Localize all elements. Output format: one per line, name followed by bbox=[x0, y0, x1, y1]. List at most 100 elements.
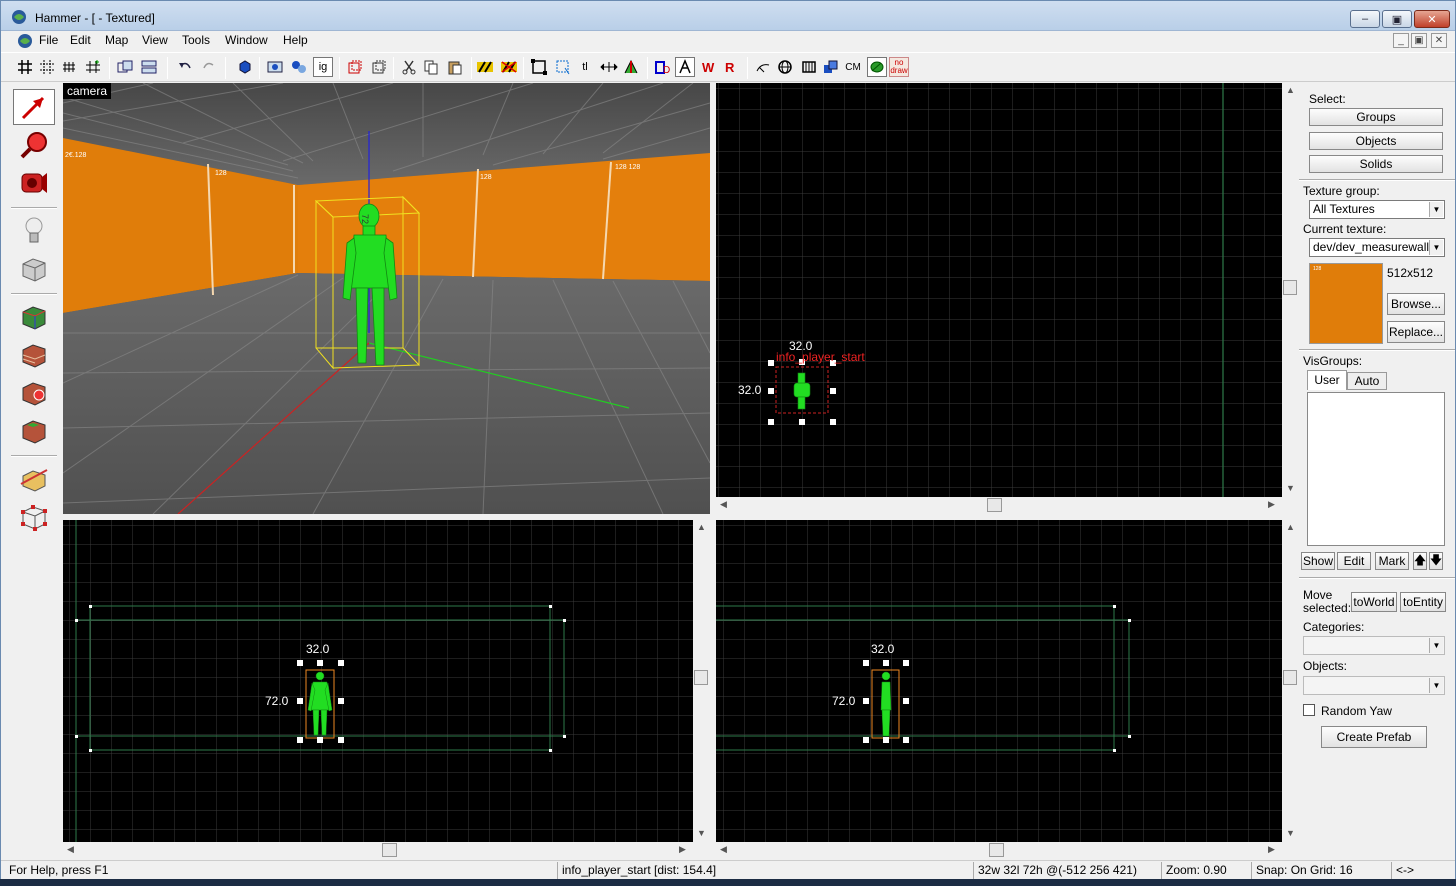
categories-select[interactable]: ▼ bbox=[1303, 636, 1445, 655]
magnify-tool-button[interactable] bbox=[13, 127, 55, 163]
nodraw-button[interactable]: no draw bbox=[889, 57, 909, 77]
to-world-button[interactable]: toWorld bbox=[1351, 592, 1397, 612]
tl-button[interactable]: tl bbox=[575, 57, 595, 77]
display-helpers-icon[interactable] bbox=[675, 57, 695, 77]
hazard-icon[interactable] bbox=[475, 57, 495, 77]
entity-report-icon[interactable] bbox=[753, 57, 773, 77]
toggle-3d-icon[interactable] bbox=[235, 57, 255, 77]
front-2d-viewport[interactable]: 32.0 72.0 bbox=[63, 520, 693, 842]
mdi-minimize-button[interactable]: _ bbox=[1393, 33, 1409, 48]
side-2d-viewport[interactable]: 32.0 72.0 bbox=[716, 520, 1282, 842]
current-texture-select[interactable]: dev/dev_measurewall0 ▼ bbox=[1309, 238, 1445, 257]
vertex-tool-button[interactable] bbox=[13, 499, 55, 535]
minimize-button[interactable]: – bbox=[1350, 10, 1380, 28]
visgroup-tab-user[interactable]: User bbox=[1307, 370, 1347, 390]
select-objects-icon[interactable] bbox=[265, 57, 285, 77]
maximize-button[interactable]: ▣ bbox=[1382, 10, 1412, 28]
front-viewport-hscroll[interactable]: ◀ ▶ bbox=[63, 842, 693, 858]
align-icon[interactable] bbox=[599, 57, 619, 77]
clip-icon[interactable] bbox=[621, 57, 641, 77]
ignore-groups-button[interactable]: ig bbox=[313, 57, 333, 77]
selection-tool-button[interactable] bbox=[13, 89, 55, 125]
top-vscroll-thumb[interactable] bbox=[1283, 280, 1297, 295]
texture-group-select[interactable]: All Textures ▼ bbox=[1309, 200, 1445, 219]
camera-tool-button[interactable] bbox=[13, 165, 55, 201]
leaf-icon[interactable] bbox=[867, 57, 887, 77]
document-icon[interactable] bbox=[17, 33, 33, 49]
front-vscroll-thumb[interactable] bbox=[694, 670, 708, 685]
menu-map[interactable]: Map bbox=[105, 33, 128, 47]
carve-icon[interactable] bbox=[115, 57, 135, 77]
visgroup-tab-auto[interactable]: Auto bbox=[1347, 372, 1387, 390]
select-solids-button[interactable]: Solids bbox=[1309, 155, 1443, 173]
menu-view[interactable]: View bbox=[142, 33, 168, 47]
mdi-close-button[interactable]: ✕ bbox=[1431, 33, 1447, 48]
top-viewport-hscroll[interactable]: ◀ ▶ bbox=[716, 497, 1282, 513]
visgroup-down-button[interactable]: 🡇 bbox=[1429, 552, 1443, 570]
front-hscroll-thumb[interactable] bbox=[382, 843, 397, 857]
block-tool-button[interactable] bbox=[13, 251, 55, 287]
display-radius-icon[interactable]: R bbox=[721, 57, 741, 77]
replace-button[interactable]: Replace... bbox=[1387, 321, 1445, 343]
visgroup-edit-button[interactable]: Edit bbox=[1337, 552, 1371, 570]
menu-file[interactable]: File bbox=[39, 33, 58, 47]
front-viewport-vscroll[interactable]: ▲ ▼ bbox=[693, 520, 709, 842]
window-title: Hammer - [ - Textured] bbox=[35, 11, 155, 25]
visgroup-mark-button[interactable]: Mark bbox=[1375, 552, 1409, 570]
side-vscroll-thumb[interactable] bbox=[1283, 670, 1297, 685]
mdi-restore-button[interactable]: ▣ bbox=[1411, 33, 1427, 48]
close-button[interactable]: ✕ bbox=[1414, 10, 1450, 28]
side-viewport-vscroll[interactable]: ▲ ▼ bbox=[1282, 520, 1298, 842]
clipping-tool-button[interactable] bbox=[13, 461, 55, 497]
menu-edit[interactable]: Edit bbox=[70, 33, 91, 47]
cm-button[interactable]: CM bbox=[843, 57, 863, 77]
side-viewport-hscroll[interactable]: ◀ ▶ bbox=[716, 842, 1282, 858]
show-all-icon[interactable] bbox=[369, 57, 389, 77]
os-taskbar bbox=[0, 879, 1456, 886]
top-hscroll-thumb[interactable] bbox=[987, 498, 1002, 512]
menu-window[interactable]: Window bbox=[225, 33, 268, 47]
hide-selection-icon[interactable] bbox=[345, 57, 365, 77]
hazard-red-icon[interactable] bbox=[499, 57, 519, 77]
grid-larger-icon[interactable] bbox=[83, 57, 103, 77]
to-entity-button[interactable]: toEntity bbox=[1400, 592, 1446, 612]
menu-help[interactable]: Help bbox=[283, 33, 308, 47]
menu-tools[interactable]: Tools bbox=[182, 33, 210, 47]
wireframe-icon[interactable] bbox=[799, 57, 819, 77]
decal-tool-button[interactable] bbox=[13, 375, 55, 411]
overlay-tool-button[interactable] bbox=[13, 413, 55, 449]
texture-lock-icon[interactable] bbox=[529, 57, 549, 77]
texture-preview[interactable]: 128 bbox=[1309, 263, 1383, 344]
objects-select[interactable]: ▼ bbox=[1303, 676, 1445, 695]
entity-tool-button[interactable] bbox=[13, 213, 55, 249]
grid-smaller-icon[interactable] bbox=[59, 57, 79, 77]
display-logical-icon[interactable]: W bbox=[699, 57, 719, 77]
create-prefab-button[interactable]: Create Prefab bbox=[1321, 726, 1427, 748]
camera-viewport[interactable]: 2€.128 128 128 128 128 72 camera bbox=[63, 83, 710, 514]
paste-icon[interactable] bbox=[445, 57, 465, 77]
visgroup-show-button[interactable]: Show bbox=[1301, 552, 1335, 570]
cut-icon[interactable] bbox=[399, 57, 419, 77]
side-hscroll-thumb[interactable] bbox=[989, 843, 1004, 857]
top-viewport-vscroll[interactable]: ▲ ▼ bbox=[1282, 83, 1298, 497]
group-icon[interactable] bbox=[139, 57, 159, 77]
grid-dots-icon[interactable] bbox=[37, 57, 57, 77]
cubes-icon[interactable] bbox=[821, 57, 841, 77]
random-yaw-checkbox[interactable] bbox=[1303, 704, 1315, 716]
visgroups-list[interactable] bbox=[1307, 392, 1445, 546]
visgroup-up-button[interactable]: 🡅 bbox=[1413, 552, 1427, 570]
display-models-icon[interactable]: D bbox=[653, 57, 673, 77]
select-groups-button[interactable]: Groups bbox=[1309, 108, 1443, 126]
texture-application-button[interactable] bbox=[13, 299, 55, 335]
redo-icon[interactable] bbox=[199, 57, 219, 77]
select-objects-button[interactable]: Objects bbox=[1309, 132, 1443, 150]
select-groups-icon[interactable] bbox=[289, 57, 309, 77]
top-2d-viewport[interactable]: info_player_start 32.0 32.0 bbox=[716, 83, 1282, 497]
select-box-icon[interactable] bbox=[553, 57, 573, 77]
grid-toggle-icon[interactable] bbox=[15, 57, 35, 77]
undo-icon[interactable] bbox=[175, 57, 195, 77]
apply-texture-button[interactable] bbox=[13, 337, 55, 373]
browse-button[interactable]: Browse... bbox=[1387, 293, 1445, 315]
sphere-icon[interactable] bbox=[775, 57, 795, 77]
copy-icon[interactable] bbox=[421, 57, 441, 77]
